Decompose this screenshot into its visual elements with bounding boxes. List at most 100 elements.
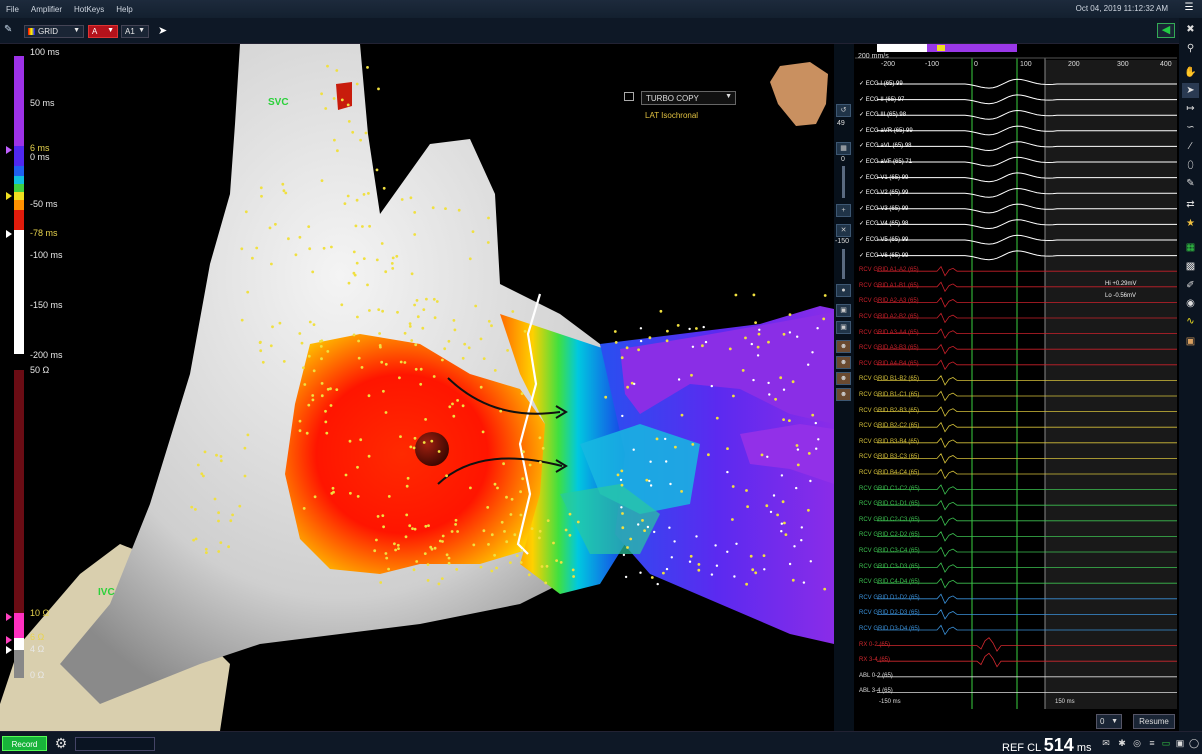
record-button[interactable]: Record [2, 736, 47, 751]
trace-label[interactable]: RCV GRID A3-B3 (65) [859, 345, 919, 351]
grid-view-icon[interactable]: ▦ [1182, 240, 1199, 255]
trace-label[interactable]: RCV GRID D3-D4 (65) [859, 626, 920, 632]
layer-icon[interactable]: ▦ [836, 142, 851, 155]
anatomy-map-view[interactable]: 100 ms 50 ms 6 ms 0 ms -50 ms -78 ms -10… [0, 44, 852, 731]
close-icon[interactable]: ✕ [836, 224, 851, 237]
trace-label[interactable]: ✓ ECG II (65) 97 [859, 96, 904, 103]
menu-hotkeys[interactable]: HotKeys [68, 5, 110, 14]
close-icon[interactable]: ✖ [1182, 22, 1199, 37]
map-view-icon[interactable]: ▣ [1182, 334, 1199, 349]
trace-label[interactable]: RCV GRID C4-D4 (65) [859, 579, 920, 585]
trace-label[interactable]: RCV GRID A3-A4 (65) [859, 330, 919, 336]
settings-icon[interactable]: ✱ [1116, 737, 1128, 749]
trace-label[interactable]: ✓ ECG aVL (65) 98 [859, 142, 912, 149]
target-icon[interactable]: ◎ [1131, 737, 1143, 749]
view-toggle-icon[interactable]: ▣ [836, 321, 851, 334]
lat-mid-marker[interactable] [6, 192, 12, 200]
trace-label[interactable]: RCV GRID C3-D3 (65) [859, 564, 920, 570]
mixer-icon[interactable]: ☰ [1182, 2, 1196, 16]
menu-file[interactable]: File [0, 5, 25, 14]
trace-label[interactable]: RCV GRID C1-D1 (65) [859, 501, 920, 507]
trace-label[interactable]: ✓ ECG I (65) 99 [859, 80, 903, 87]
chat-icon[interactable]: ✉ [1100, 737, 1112, 749]
map-select[interactable]: GRID ▼ [24, 25, 84, 38]
signal-traces-panel[interactable]: 200 mm/s -200 -100 0 100 200 300 400 Hi … [855, 44, 1177, 709]
window-bar-marker[interactable] [937, 45, 945, 51]
trace-label[interactable]: RCV GRID B1-C1 (65) [859, 392, 919, 398]
caliper-icon[interactable]: ↦ [1182, 101, 1199, 116]
trace-label[interactable]: RCV GRID C1-C2 (65) [859, 486, 920, 492]
power-icon[interactable]: ◯ [1188, 737, 1200, 749]
head-view-icon[interactable]: ☻ [836, 372, 851, 385]
trace-label[interactable]: RCV GRID A1-B1 (65) [859, 283, 919, 289]
impedance-upper-marker[interactable] [6, 613, 12, 621]
eye-icon[interactable]: ◉ [1182, 296, 1199, 311]
trace-label[interactable]: RCV GRID B2-C2 (65) [859, 423, 919, 429]
trace-label[interactable]: ✓ ECG III (65) 98 [859, 111, 906, 118]
trace-label[interactable]: RCV GRID B3-C3 (65) [859, 454, 919, 460]
trace-label[interactable]: RCV GRID A2-A3 (65) [859, 298, 919, 304]
menu-amplifier[interactable]: Amplifier [25, 5, 68, 14]
hand-icon[interactable]: ✋ [1182, 65, 1199, 80]
trace-label[interactable]: RCV GRID A4-B4 (65) [859, 361, 919, 367]
trace-label[interactable]: RCV GRID A2-B2 (65) [859, 314, 919, 320]
tag-icon[interactable]: ★ [1182, 216, 1199, 231]
trace-label[interactable]: ✓ ECG aVR (65) 99 [859, 127, 913, 134]
signal-icon[interactable]: ≡ [1146, 737, 1158, 749]
ellipse-tool-icon[interactable]: ⬯ [1182, 158, 1199, 173]
trace-label[interactable]: RCV GRID A1-A2 (65) [859, 267, 919, 273]
trace-label[interactable]: RCV GRID B2-B3 (65) [859, 408, 919, 414]
trace-label[interactable]: RCV GRID C2-D2 (65) [859, 532, 920, 538]
head-view-icon[interactable]: ☻ [836, 340, 851, 353]
resume-button[interactable]: Resume [1133, 714, 1175, 729]
copy-mode-select[interactable]: TURBO COPY ▼ [641, 91, 736, 105]
gear-icon[interactable]: ⚙ [53, 735, 69, 751]
channel-b-select[interactable]: A1 ▼ [121, 25, 149, 38]
zoom-icon[interactable]: ⚲ [1182, 41, 1199, 56]
rotate-icon[interactable]: ↺ [836, 104, 851, 117]
head-view-icon[interactable]: ☻ [836, 388, 851, 401]
pointer-icon[interactable]: ➤ [158, 24, 167, 37]
trace-label[interactable]: RCV GRID B3-B4 (65) [859, 439, 919, 445]
head-view-icon[interactable]: ☻ [836, 356, 851, 369]
measure-icon[interactable]: ⇄ [1182, 197, 1199, 212]
add-icon[interactable]: + [836, 204, 851, 217]
trace-label[interactable]: ✓ ECG V4 (65) 98 [859, 220, 908, 227]
view-toggle-icon[interactable]: ▣ [836, 304, 851, 317]
trace-label[interactable]: ✓ ECG V6 (65) 99 [859, 252, 908, 259]
torso-orientation-icon[interactable] [770, 62, 828, 126]
status-input[interactable] [75, 737, 155, 751]
curve-icon[interactable]: ∽ [1182, 120, 1199, 135]
trace-label[interactable]: RCV GRID C3-C4 (65) [859, 548, 920, 554]
trace-label[interactable]: ABL 3-4 (65) [859, 688, 893, 694]
pointer-icon[interactable]: ➤ [1182, 83, 1199, 98]
channel-offset-select[interactable]: 0 ▼ [1096, 714, 1122, 729]
lat-upper-marker[interactable] [6, 146, 12, 154]
waveform-icon[interactable]: ∿ [1182, 314, 1199, 329]
trace-label[interactable]: ✓ ECG V3 (65) 99 [859, 205, 908, 212]
impedance-mid-marker[interactable] [6, 636, 12, 644]
eraser-icon[interactable]: ✎ [1182, 176, 1199, 191]
trace-label[interactable]: RX 3-4 (65) [859, 657, 890, 663]
catheter-tool-icon[interactable]: ✎ [4, 24, 16, 36]
trace-label[interactable]: RCV GRID B1-B2 (65) [859, 376, 919, 382]
lock-icon[interactable]: ● [836, 284, 851, 297]
catheter-tip[interactable] [415, 432, 449, 466]
back-arrow-button[interactable]: ◀ [1157, 23, 1175, 38]
line-tool-icon[interactable]: ∕ [1182, 139, 1199, 154]
screen-icon[interactable]: ▩ [1182, 259, 1199, 274]
trace-label[interactable]: RCV GRID D1-D2 (65) [859, 595, 920, 601]
channel-a-select[interactable]: A ▼ [88, 25, 118, 38]
trace-label[interactable]: RX 0-2 (65) [859, 642, 890, 648]
trace-label[interactable]: ✓ ECG V1 (65) 99 [859, 174, 908, 181]
trace-label[interactable]: RCV GRID D2-D3 (65) [859, 610, 920, 616]
trace-label[interactable]: ABL 0-2 (65) [859, 673, 893, 679]
copy-checkbox[interactable] [624, 92, 634, 101]
impedance-lower-marker[interactable] [6, 646, 12, 654]
depth-slider[interactable] [842, 249, 845, 279]
expand-icon[interactable]: ▣ [1174, 737, 1186, 749]
lat-lower-marker[interactable] [6, 230, 12, 238]
menu-help[interactable]: Help [110, 5, 138, 14]
pen-icon[interactable]: ✐ [1182, 278, 1199, 293]
transparency-slider[interactable] [842, 166, 845, 198]
